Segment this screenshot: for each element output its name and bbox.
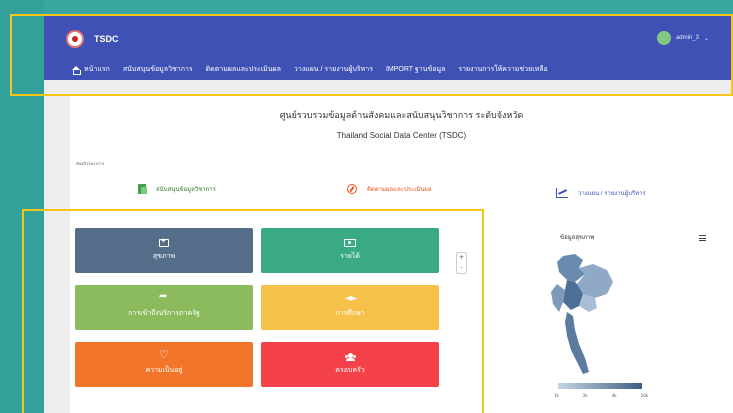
graduation-cap-icon	[345, 296, 355, 304]
share-icon	[159, 291, 169, 304]
chevron-down-icon: ⌄	[703, 35, 709, 42]
map-region-south[interactable]	[565, 312, 589, 374]
nav-label: ติดตามผลและประเมินผล	[205, 66, 281, 73]
thailand-choropleth-map[interactable]	[545, 254, 625, 379]
tile-label: รายได้	[340, 253, 360, 260]
tile-label: ความเป็นอยู่	[145, 367, 183, 374]
tile-label: ครอบครัว	[335, 367, 365, 374]
document-icon	[138, 184, 147, 194]
nav-assistance-report[interactable]: รายงานการให้ความช่วยเหลือ	[458, 64, 547, 75]
quick-link-planning[interactable]: วางแผน / รายงานผู้บริหาร	[556, 188, 646, 198]
nav-label: รายงานการให้ความช่วยเหลือ	[458, 66, 548, 73]
avatar	[656, 31, 671, 45]
tile-government-services[interactable]: การเข้าถึงบริการภาครัฐ	[75, 285, 253, 330]
tile-income[interactable]: รายได้	[261, 228, 439, 273]
main-nav: หน้าแรก สนับสนุนข้อมูลวิชาการ ติดตามผลแล…	[72, 64, 548, 75]
section-label: พันธกิจโครงการ	[76, 161, 105, 166]
nav-label: IMPORT ฐานข้อมูล	[385, 66, 446, 73]
page-subtitle: Thailand Social Data Center (TSDC)	[336, 131, 467, 140]
medical-icon	[159, 236, 169, 247]
map-region-northeast[interactable]	[577, 264, 613, 298]
tile-family[interactable]: ครอบครัว	[261, 342, 439, 387]
tile-health[interactable]: สุขภาพ	[75, 228, 253, 273]
left-background-strip	[0, 0, 44, 413]
users-icon	[345, 353, 355, 361]
map-zoom-control: + -	[456, 252, 467, 274]
nav-planning[interactable]: วางแผน / รายงานผู้บริหาร	[294, 64, 373, 75]
brand[interactable]: TSDC	[66, 30, 119, 48]
app-window: TSDC admin_3 ⌄ หน้าแรก สนับสนุนข้อมูลวิช…	[44, 16, 733, 413]
username: admin_3	[675, 35, 699, 41]
home-icon	[72, 65, 81, 75]
legend-label: 2k	[582, 393, 588, 398]
quick-link-label: วางแผน / รายงานผู้บริหาร	[578, 191, 646, 197]
nav-import[interactable]: IMPORT ฐานข้อมูล	[386, 64, 445, 75]
zoom-in-button[interactable]: +	[457, 253, 466, 263]
tile-wellbeing[interactable]: ความเป็นอยู่	[75, 342, 253, 387]
legend-label: 4k	[611, 393, 617, 398]
nav-academic-support[interactable]: สนับสนุนข้อมูลวิชาการ	[123, 64, 193, 75]
legend-label: 10k	[640, 393, 648, 398]
nav-monitoring[interactable]: ติดตามผลและประเมินผล	[206, 64, 281, 75]
map-region-west[interactable]	[551, 284, 565, 312]
nav-label: สนับสนุนข้อมูลวิชาการ	[122, 66, 193, 73]
zoom-out-button[interactable]: -	[457, 263, 466, 273]
main-card: ศูนย์รวบรวมข้อมูลด้านสังคมและสนับสนุนวิช…	[70, 94, 733, 413]
map-legend-labels: 1k 2k 4k 10k	[554, 393, 648, 398]
nav-home[interactable]: หน้าแรก	[72, 64, 110, 75]
tsdc-logo-icon	[66, 30, 84, 48]
tile-education[interactable]: การศึกษา	[261, 285, 439, 330]
quick-link-label: สนับสนุนข้อมูลวิชาการ	[156, 187, 216, 193]
quick-link-monitoring[interactable]: ติดตามผลและประเมินผล	[347, 184, 432, 194]
heart-icon	[159, 348, 169, 361]
tile-label: การศึกษา	[335, 310, 365, 317]
map-legend-bar	[558, 383, 642, 389]
money-icon	[344, 239, 356, 247]
top-navbar: TSDC admin_3 ⌄ หน้าแรก สนับสนุนข้อมูลวิช…	[44, 16, 733, 80]
compass-icon	[347, 184, 357, 194]
user-menu[interactable]: admin_3 ⌄	[656, 31, 709, 45]
nav-label: หน้าแรก	[84, 66, 110, 73]
page-title: ศูนย์รวบรวมข้อมูลด้านสังคมและสนับสนุนวิช…	[279, 110, 524, 120]
tile-label: สุขภาพ	[152, 253, 176, 260]
legend-label: 1k	[554, 393, 559, 398]
line-chart-icon	[556, 188, 568, 198]
quick-link-label: ติดตามผลและประเมินผล	[367, 187, 432, 193]
hamburger-menu-icon[interactable]	[699, 235, 706, 241]
nav-label: วางแผน / รายงานผู้บริหาร	[293, 66, 373, 73]
map-title: ข้อมูลสุขภาพ	[560, 235, 595, 241]
tile-label: การเข้าถึงบริการภาครัฐ	[128, 310, 200, 317]
quick-link-academic[interactable]: สนับสนุนข้อมูลวิชาการ	[138, 184, 216, 194]
brand-name: TSDC	[94, 34, 119, 44]
